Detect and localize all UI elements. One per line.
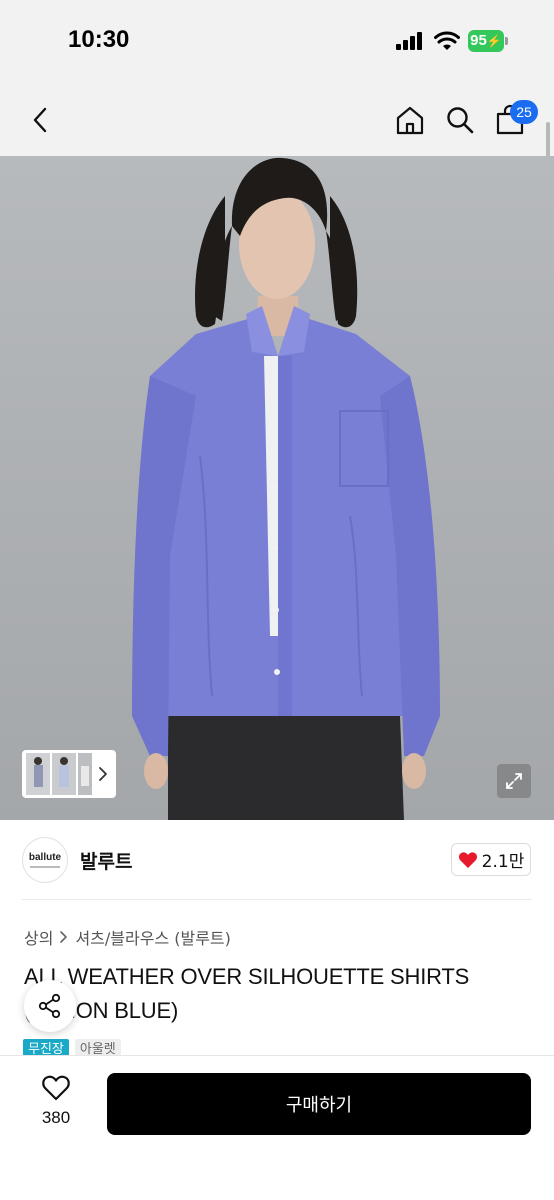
status-bar: 10:30 95⚡ [0,0,554,84]
product-title: ALL WEATHER OVER SILHOUETTE SHIRTS (LEMO… [24,964,470,1023]
battery-cap [505,37,508,45]
chevron-right-icon [99,767,107,781]
heart-filled-icon [458,851,477,868]
chevron-right-icon [60,931,68,943]
expand-icon [506,773,522,789]
product-image[interactable] [0,156,554,820]
heart-outline-icon [42,1075,70,1101]
wifi-icon [434,31,460,50]
cellular-signal-icon [396,32,424,50]
home-button[interactable] [390,100,430,140]
section-divider [22,899,532,900]
share-icon [38,993,61,1019]
brand-like-count: 2.1만 [481,852,525,872]
brand-logo-text: ballute [28,852,62,863]
back-button[interactable] [20,100,60,140]
battery-level: 95 [470,32,487,49]
search-icon [447,107,474,134]
brand-logo[interactable]: ballute [22,837,68,883]
brand-name[interactable]: 발루트 [80,847,132,874]
home-icon [396,106,424,135]
wishlist-button[interactable]: 380 [30,1074,82,1128]
cart-count-badge: 25 [510,100,538,124]
search-button[interactable] [440,100,480,140]
buy-button[interactable]: 구매하기 [107,1073,531,1135]
brand-like-button[interactable]: 2.1만 [451,843,531,876]
chevron-left-icon [33,107,47,133]
thumbnail-strip[interactable] [22,750,116,798]
status-time: 10:30 [68,26,130,53]
expand-image-button[interactable] [497,764,531,798]
breadcrumb-item-category[interactable]: 상의 [24,925,53,949]
battery-indicator: 95⚡ [468,30,504,52]
wishlist-count: 380 [41,1108,71,1127]
breadcrumb: 상의 셔츠/블라우스 (발루트) [24,925,231,949]
brand-logo-underline [30,866,60,868]
nav-bar [0,84,554,156]
breadcrumb-item-subcategory[interactable]: 셔츠/블라우스 (발루트) [75,925,230,949]
share-button[interactable] [24,980,76,1032]
product-photo [132,157,440,820]
